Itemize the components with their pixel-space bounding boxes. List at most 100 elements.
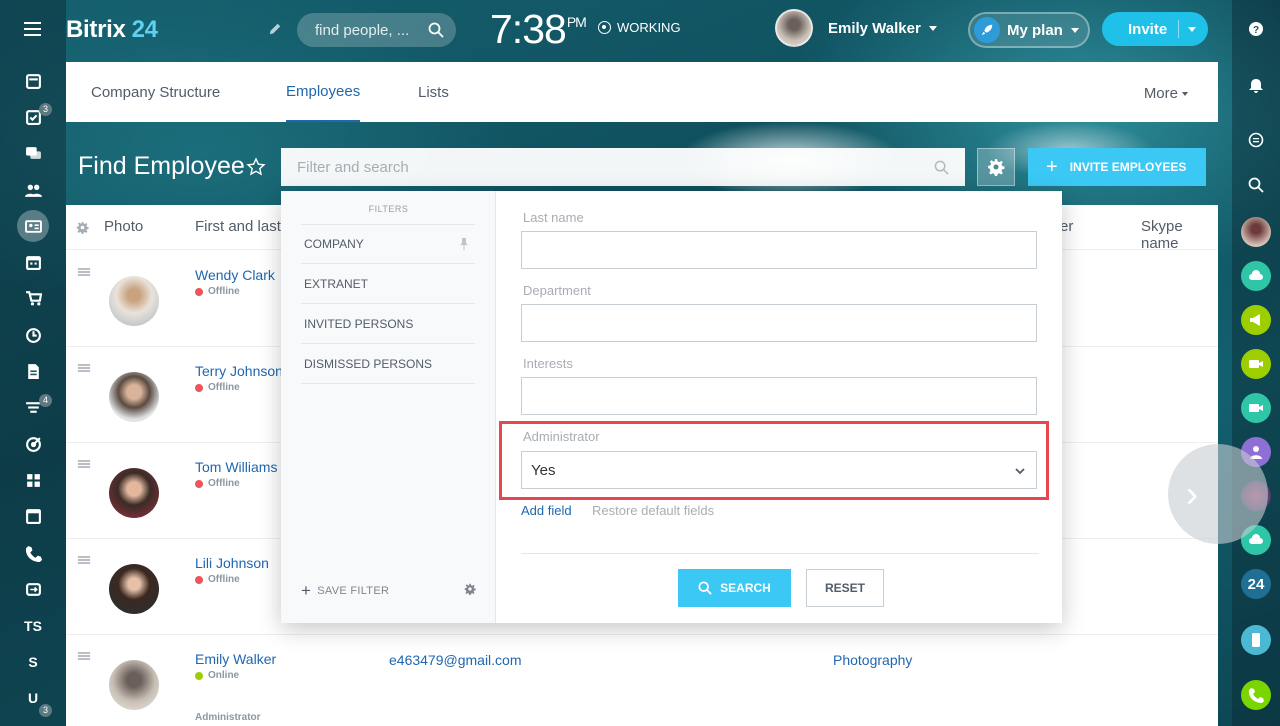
settings-button[interactable] [977,148,1015,186]
reset-button[interactable]: RESET [806,569,884,607]
search-button[interactable]: SEARCH [678,569,791,607]
help-icon[interactable]: ? [1241,14,1271,44]
filter-preset-company[interactable]: COMPANY [301,224,475,264]
drag-handle-icon[interactable] [78,268,90,276]
sidebar-item-groups[interactable] [0,172,66,208]
search-icon [934,160,949,175]
sidebar-item-shop[interactable] [0,281,66,317]
drag-handle-icon[interactable] [78,460,90,468]
sidebar-item-goals[interactable] [0,426,66,462]
employee-name[interactable]: Emily Walker [195,651,276,667]
scroll-right-button[interactable]: › [1168,444,1268,544]
sidebar-item-sync[interactable] [0,571,66,607]
column-partial[interactable]: er [1060,218,1073,235]
plus-icon: + [1046,155,1058,178]
sidebar-item-s[interactable]: S [0,644,66,680]
interests-field[interactable] [521,377,1037,415]
sidebar-item-ts[interactable]: TS [0,607,66,643]
bell-icon[interactable] [1241,71,1271,101]
add-field-link[interactable]: Add field [521,503,572,518]
employee-email[interactable]: e463479@gmail.com [389,652,522,668]
column-photo[interactable]: Photo [104,218,143,235]
drag-handle-icon[interactable] [78,556,90,564]
phone-app-icon[interactable] [1241,625,1271,655]
save-filter-button[interactable]: + SAVE FILTER [301,581,389,601]
sidebar-item-calendar[interactable] [0,244,66,280]
contact-avatar[interactable] [1241,217,1271,247]
star-icon[interactable] [246,157,266,177]
invite-button[interactable]: Invite [1102,12,1208,46]
highlight-box [499,421,1049,500]
filter-search-input[interactable]: Filter and search [281,148,965,186]
video-call-icon[interactable] [1241,349,1271,379]
last-name-field[interactable] [521,231,1037,269]
search-icon[interactable] [1241,170,1271,200]
employee-name[interactable]: Terry Johnson [195,363,283,379]
user-menu[interactable]: Emily Walker [775,9,937,47]
sidebar-item-time[interactable] [0,317,66,353]
status-badge: Offline [195,574,240,585]
phone-icon [23,543,43,563]
gear-icon[interactable] [464,582,476,596]
chevron-down-icon [1070,27,1079,33]
gear-icon[interactable] [76,221,89,234]
drag-handle-icon[interactable] [78,364,90,372]
sidebar-item-docs[interactable] [0,353,66,389]
pin-icon[interactable] [459,238,469,250]
chevron-down-icon [928,25,937,31]
column-name[interactable]: First and last [195,218,281,235]
sidebar-item-apps[interactable] [0,462,66,498]
document-icon [23,362,43,382]
my-plan-button[interactable]: My plan [968,12,1090,48]
contact-card-icon [17,210,49,243]
sidebar-item-feed[interactable] [0,63,66,99]
sidebar-item-tasks[interactable]: 3 [0,99,66,135]
cart-icon [23,289,43,309]
restore-default-fields-link[interactable]: Restore default fields [592,503,714,518]
filter-presets-panel: FILTERS COMPANY EXTRANET INVITED PERSONS… [281,191,496,623]
more-menu[interactable]: More [1144,85,1188,102]
video-conference-icon[interactable] [1241,393,1271,423]
sidebar-item-employees[interactable] [0,208,66,244]
clock[interactable]: 7:38PM [490,6,587,53]
sidebar-item-sites[interactable] [0,499,66,535]
sidebar-item-chat[interactable] [0,136,66,172]
sidebar-item-crm[interactable]: 4 [0,390,66,426]
sidebar-item-u[interactable]: U3 [0,680,66,718]
menu-icon[interactable] [24,22,41,36]
tab-lists[interactable]: Lists [418,62,449,122]
invite-employees-button[interactable]: + INVITE EMPLOYEES [1028,148,1206,186]
filter-popup: FILTERS COMPANY EXTRANET INVITED PERSONS… [281,191,1062,623]
last-name-label: Last name [523,210,584,225]
search-icon [698,581,712,595]
header-search[interactable]: find people, ... [297,13,456,47]
employee-name[interactable]: Wendy Clark [195,267,275,283]
chevron-down-icon[interactable] [1188,27,1196,32]
interests-label: Interests [523,356,573,371]
filter-preset-extranet[interactable]: EXTRANET [301,264,475,304]
chevron-down-icon [1182,92,1188,97]
drag-handle-icon[interactable] [78,652,90,660]
groups-icon [23,180,43,200]
cloud-sync-icon[interactable] [1241,261,1271,291]
megaphone-icon[interactable] [1241,305,1271,335]
employee-interests[interactable]: Photography [833,652,912,668]
department-field[interactable] [521,304,1037,342]
employee-name[interactable]: Tom Williams [195,459,277,475]
messenger-icon[interactable] [1241,125,1271,155]
filter-preset-dismissed[interactable]: DISMISSED PERSONS [301,344,475,384]
user-name: Emily Walker [828,19,921,37]
filter-preset-invited[interactable]: INVITED PERSONS [301,304,475,344]
tab-employees[interactable]: Employees [286,62,361,122]
call-icon[interactable] [1241,680,1271,710]
bitrix24-icon[interactable]: 24 [1241,569,1271,599]
bitrix-logo[interactable]: Bitrix 24 [66,16,158,44]
tab-company-structure[interactable]: Company Structure [91,62,220,122]
table-row[interactable]: Emily Walker Online Administrator e46347… [66,635,1218,726]
pencil-icon[interactable] [268,22,282,36]
left-nav: 3 4 TS S U3 [0,63,66,718]
sidebar-item-telephony[interactable] [0,535,66,571]
employee-name[interactable]: Lili Johnson [195,555,269,571]
work-status[interactable]: WORKING [598,20,681,35]
column-skype[interactable]: Skype name [1141,218,1218,252]
